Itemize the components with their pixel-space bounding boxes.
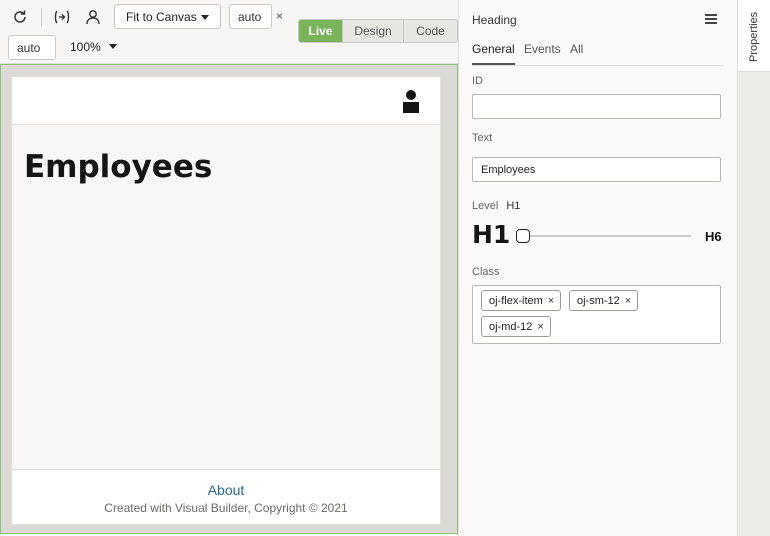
menu-icon[interactable] bbox=[705, 14, 717, 24]
view-mode-switcher: Live Design Code bbox=[298, 19, 458, 43]
tab-all[interactable]: All bbox=[570, 42, 583, 63]
code-mode-button[interactable]: Code bbox=[403, 20, 457, 42]
id-field[interactable] bbox=[472, 94, 721, 119]
level-label: Level H1 bbox=[472, 200, 520, 212]
level-value: H1 bbox=[506, 200, 521, 212]
variables-icon[interactable] bbox=[50, 5, 74, 29]
properties-tabs: General Events All bbox=[472, 40, 724, 66]
user-icon[interactable] bbox=[81, 5, 105, 29]
right-drawer: Properties bbox=[737, 0, 770, 536]
live-mode-button[interactable]: Live bbox=[299, 20, 342, 42]
toolbar-divider bbox=[41, 8, 42, 26]
properties-panel: Heading General Events All ID Text Level… bbox=[458, 0, 737, 536]
fit-to-canvas-label: Fit to Canvas bbox=[126, 9, 197, 24]
zoom-chevron-down-icon[interactable] bbox=[109, 44, 117, 49]
class-input[interactable]: oj-flex-item × oj-sm-12 × oj-md-12 × bbox=[472, 285, 721, 344]
class-chip: oj-md-12 × bbox=[481, 316, 551, 337]
level-slider-thumb[interactable] bbox=[516, 229, 530, 243]
level-max-label: H6 bbox=[705, 229, 722, 244]
class-chip-label: oj-flex-item bbox=[489, 294, 543, 307]
class-chip-label: oj-md-12 bbox=[489, 320, 533, 333]
chevron-down-icon bbox=[201, 15, 209, 20]
canvas-height-input[interactable] bbox=[8, 35, 56, 60]
page-title[interactable]: Employees bbox=[24, 149, 212, 185]
properties-side-tab-label: Properties bbox=[748, 11, 760, 62]
copyright-text: Created with Visual Builder, Copyright ©… bbox=[104, 501, 348, 515]
canvas-toolbar: Fit to Canvas × 100% Live Design Code bbox=[0, 0, 458, 64]
tab-events[interactable]: Events bbox=[524, 42, 561, 63]
id-label: ID bbox=[472, 75, 483, 87]
avatar-icon[interactable] bbox=[402, 89, 420, 113]
design-canvas: Employees About Created with Visual Buil… bbox=[0, 64, 458, 534]
refresh-icon[interactable] bbox=[8, 5, 32, 29]
canvas-width-input[interactable] bbox=[229, 4, 272, 29]
class-label: Class bbox=[472, 266, 500, 278]
properties-title: Heading bbox=[472, 13, 517, 27]
page-preview: Employees About Created with Visual Buil… bbox=[11, 76, 441, 525]
remove-chip-icon[interactable]: × bbox=[625, 295, 631, 307]
design-mode-button[interactable]: Design bbox=[342, 20, 403, 42]
class-chip-label: oj-sm-12 bbox=[577, 294, 620, 307]
class-chip: oj-sm-12 × bbox=[569, 290, 639, 311]
page-footer: About Created with Visual Builder, Copyr… bbox=[12, 469, 440, 524]
text-label: Text bbox=[472, 132, 493, 144]
about-link[interactable]: About bbox=[12, 482, 440, 498]
level-label-text: Level bbox=[472, 200, 499, 212]
page-header bbox=[12, 77, 440, 125]
dimension-separator: × bbox=[276, 9, 284, 23]
properties-side-tab[interactable]: Properties bbox=[738, 0, 770, 72]
class-chip: oj-flex-item × bbox=[481, 290, 562, 311]
fit-to-canvas-select[interactable]: Fit to Canvas bbox=[114, 4, 221, 29]
level-slider-track[interactable] bbox=[525, 235, 691, 237]
zoom-select[interactable]: 100% bbox=[70, 40, 101, 54]
remove-chip-icon[interactable]: × bbox=[548, 295, 554, 307]
remove-chip-icon[interactable]: × bbox=[537, 321, 543, 333]
text-field[interactable] bbox=[472, 157, 721, 182]
level-min-label: H1 bbox=[472, 220, 511, 249]
tab-general[interactable]: General bbox=[472, 42, 515, 65]
